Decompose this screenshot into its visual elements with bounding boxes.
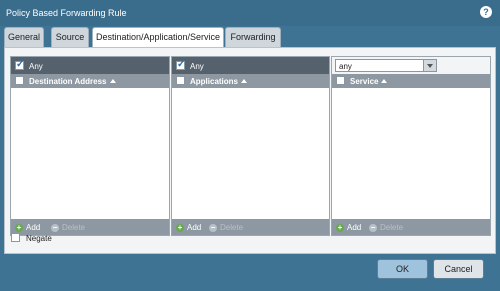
pbf-rule-dialog: Policy Based Forwarding Rule ? General S… bbox=[0, 0, 500, 291]
service-column: any Service + Add − Delete bbox=[331, 56, 491, 236]
sort-asc-icon bbox=[241, 79, 248, 83]
applications-delete-button[interactable]: − Delete bbox=[209, 223, 243, 232]
delete-icon: − bbox=[51, 223, 59, 232]
service-dropdown[interactable]: any bbox=[335, 59, 437, 72]
service-header-row: Service bbox=[332, 74, 490, 88]
dialog-title: Policy Based Forwarding Rule bbox=[6, 8, 127, 18]
tab-panel: Any Destination Address +Add −Delete Any… bbox=[4, 47, 496, 254]
applications-select-all-checkbox[interactable] bbox=[176, 76, 185, 85]
add-icon: + bbox=[176, 223, 184, 232]
help-icon[interactable]: ? bbox=[480, 6, 492, 18]
cancel-button[interactable]: Cancel bbox=[433, 259, 484, 279]
service-dropdown-row: any bbox=[332, 57, 490, 74]
destination-any-row: Any bbox=[11, 57, 169, 74]
destination-select-all-checkbox[interactable] bbox=[15, 76, 24, 85]
tab-destination-application-service[interactable]: Destination/Application/Service bbox=[92, 27, 224, 48]
applications-list bbox=[172, 88, 329, 219]
service-delete-button[interactable]: − Delete bbox=[369, 223, 403, 232]
negate-checkbox[interactable] bbox=[11, 233, 20, 242]
service-add-label: Add bbox=[347, 223, 362, 232]
applications-add-button[interactable]: + Add bbox=[176, 223, 201, 232]
applications-any-row: Any bbox=[172, 57, 329, 74]
destination-address-column-header[interactable]: Destination Address bbox=[29, 77, 116, 86]
tab-source[interactable]: Source bbox=[51, 27, 89, 47]
service-dropdown-value: any bbox=[339, 62, 352, 71]
delete-icon: − bbox=[209, 223, 217, 232]
service-footer: + Add − Delete bbox=[332, 219, 490, 235]
applications-column-header[interactable]: Applications bbox=[190, 77, 248, 86]
chevron-down-icon[interactable] bbox=[423, 60, 436, 71]
delete-icon: − bbox=[369, 223, 377, 232]
service-header-label: Service bbox=[350, 77, 379, 86]
applications-column: Any Applications +Add −Delete bbox=[171, 56, 330, 236]
applications-add-label: Add bbox=[187, 223, 202, 232]
destination-delete-button[interactable]: − Delete bbox=[51, 223, 85, 232]
destination-address-list bbox=[11, 88, 169, 219]
applications-footer: + Add − Delete bbox=[172, 219, 329, 235]
destination-delete-label: Delete bbox=[62, 223, 86, 232]
destination-any-label: Any bbox=[29, 62, 43, 71]
service-delete-label: Delete bbox=[380, 223, 404, 232]
ok-button[interactable]: OK bbox=[377, 259, 428, 279]
applications-any-checkbox[interactable] bbox=[176, 59, 185, 70]
tab-general[interactable]: General bbox=[4, 27, 44, 47]
applications-header-label: Applications bbox=[190, 77, 239, 86]
applications-any-label: Any bbox=[190, 62, 204, 71]
destination-header-row: Destination Address bbox=[11, 74, 169, 88]
negate-label: Negate bbox=[26, 234, 52, 243]
applications-header-row: Applications bbox=[172, 74, 329, 88]
service-column-header[interactable]: Service bbox=[350, 77, 388, 86]
service-add-button[interactable]: + Add bbox=[336, 223, 361, 232]
sort-asc-icon bbox=[109, 79, 116, 83]
applications-delete-label: Delete bbox=[220, 223, 244, 232]
add-icon: + bbox=[336, 223, 344, 232]
add-icon: + bbox=[15, 223, 23, 232]
destination-add-label: Add bbox=[26, 223, 41, 232]
destination-any-checkbox[interactable] bbox=[15, 59, 24, 70]
tab-forwarding[interactable]: Forwarding bbox=[225, 27, 281, 47]
destination-footer: + Add − Delete bbox=[11, 219, 169, 235]
service-select-all-checkbox[interactable] bbox=[336, 76, 345, 85]
destination-address-column: Any Destination Address +Add −Delete bbox=[10, 56, 170, 236]
title-bar: Policy Based Forwarding Rule ? bbox=[0, 0, 500, 26]
sort-asc-icon bbox=[381, 79, 388, 83]
service-list bbox=[332, 88, 490, 219]
destination-address-header-label: Destination Address bbox=[29, 77, 107, 86]
destination-add-button[interactable]: + Add bbox=[15, 223, 40, 232]
